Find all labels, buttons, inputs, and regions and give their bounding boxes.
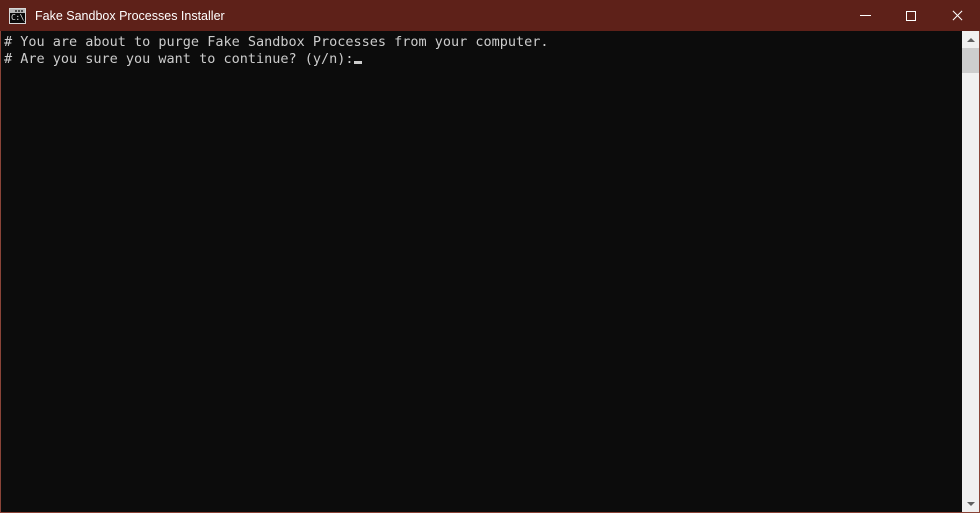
vertical-scrollbar[interactable]: [962, 31, 979, 512]
caption-button-group: [842, 0, 980, 31]
titlebar-left-group: C:\_ Fake Sandbox Processes Installer: [0, 7, 842, 24]
minimize-icon: [859, 15, 871, 16]
maximize-icon: [906, 10, 916, 21]
console-prompt-line: # Are you sure you want to continue? (y/…: [4, 51, 962, 68]
chevron-down-icon: [966, 501, 975, 506]
console-icon-dot-1: [15, 9, 17, 12]
console-icon-prompt-text: C:\_: [11, 12, 25, 22]
client-area: # You are about to purge Fake Sandbox Pr…: [1, 31, 979, 512]
console-icon-dot-2: [18, 9, 20, 12]
console-icon-dot-3: [21, 9, 23, 12]
console-output[interactable]: # You are about to purge Fake Sandbox Pr…: [1, 31, 962, 512]
titlebar[interactable]: C:\_ Fake Sandbox Processes Installer: [0, 0, 980, 31]
close-button[interactable]: [934, 0, 980, 31]
maximize-button[interactable]: [888, 0, 934, 31]
minimize-button[interactable]: [842, 0, 888, 31]
scrollbar-thumb[interactable]: [962, 48, 979, 73]
window-frame-left: [0, 31, 1, 513]
text-cursor: [353, 61, 362, 64]
console-window-icon: C:\_: [9, 7, 26, 24]
application-window: C:\_ Fake Sandbox Processes Installer # …: [0, 0, 980, 513]
chevron-up-icon: [966, 37, 975, 42]
window-title: Fake Sandbox Processes Installer: [35, 8, 225, 23]
console-prompt-text: # Are you sure you want to continue? (y/…: [4, 51, 354, 67]
scroll-up-button[interactable]: [962, 31, 979, 48]
scroll-down-button[interactable]: [962, 495, 979, 512]
console-line: # You are about to purge Fake Sandbox Pr…: [4, 34, 549, 50]
close-icon: [951, 10, 963, 22]
